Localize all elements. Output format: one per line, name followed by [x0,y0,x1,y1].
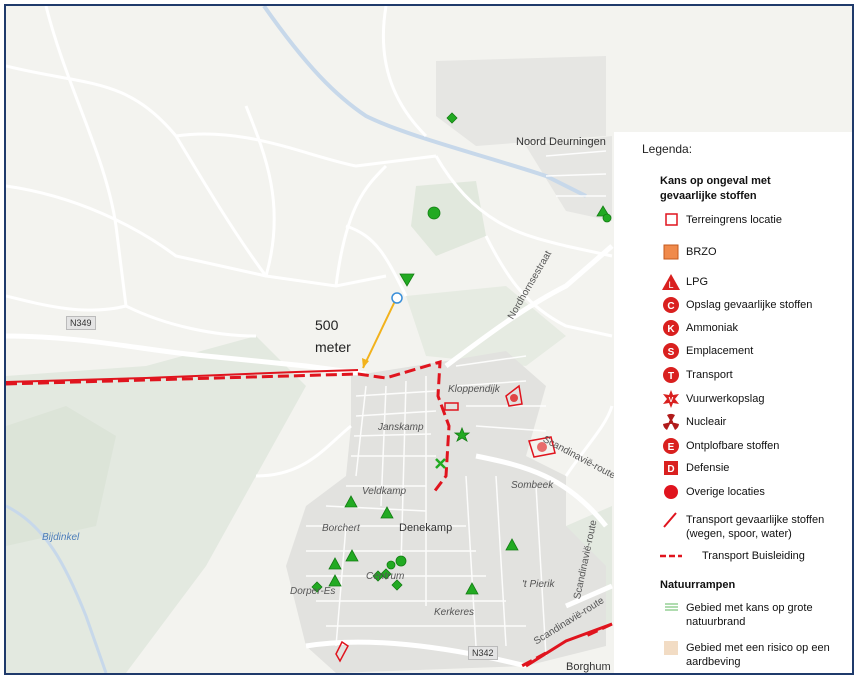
legend-label: Defensie [686,462,730,474]
red-circle-icon [664,485,678,499]
legend-label: Vuurwerkopslag [686,393,765,405]
place-label: Dorper-Es [290,586,336,597]
legend-item: K Ammoniak [660,318,852,338]
place-label: Borchert [322,523,360,534]
place-label: Sombeek [511,480,554,491]
filled-square-icon [663,244,679,260]
green-circle-marker[interactable] [386,560,396,570]
place-label: Kerkeres [434,607,475,618]
built-up-area [436,56,606,146]
nuclear-icon [663,413,679,430]
square-outline-icon [665,213,678,226]
legend-item: Terreingrens locatie [660,210,852,230]
legend-label: Gebied met kans op grote natuurbrand [686,602,813,628]
place-label: Veldkamp [362,486,407,497]
legend-label: Terreingrens locatie [686,214,782,226]
map-frame: Noord Deurningen Kloppendijk Janskamp Ve… [4,4,854,675]
legend-label: Opslag gevaarlijke stoffen [686,299,813,311]
emplacement-s-icon: S [663,343,679,359]
place-label: Centrum [366,571,405,582]
svg-text:K: K [667,324,675,335]
place-label: Kloppendijk [448,384,500,395]
place-label: Noord Deurningen [516,136,606,148]
legend-item: C Opslag gevaarlijke stoffen [660,295,852,315]
legend-item: D Defensie [660,458,852,478]
svg-text:E: E [668,442,675,453]
legend-item: Gebied met een risico op een aardbeving [660,638,852,670]
legend-item: Transport Buisleiding [660,546,852,566]
legend-label: Gebied met een risico op een aardbeving [686,642,830,668]
distance-value: 500 [315,317,339,333]
legend-section-nature: Natuurrampen [660,579,736,591]
dashed-line-icon [660,554,682,558]
legend-item: Transport gevaarlijke stoffen (wegen, sp… [660,510,852,542]
place-label: Denekamp [399,522,453,534]
legend-label: Nucleair [686,416,727,428]
legend-item: BRZO [660,242,852,262]
legend-section-hazardous: Kans op ongeval met gevaarlijke stoffen [660,175,771,202]
legend-label: Ontplofbare stoffen [686,440,780,452]
place-label: Janskamp [378,422,424,433]
road-badge-n342: N342 [468,646,498,660]
place-label: 't Pierik [522,579,555,590]
legend-label: Ammoniak [686,322,738,334]
explosive-e-icon: E [663,438,679,454]
svg-text:V: V [669,397,674,404]
beige-square-icon [664,641,678,655]
defensie-d-icon: D [664,461,678,475]
legend-item: L LPG [660,272,852,292]
vuurwerk-v-icon: V [663,390,679,408]
other-location-dot[interactable] [510,394,518,402]
location-marker[interactable] [391,292,403,304]
svg-text:T: T [668,371,674,382]
legend-item: Nucleair [660,412,852,432]
road-badge-n349: N349 [66,316,96,330]
legend-label: BRZO [686,246,717,258]
legend-label: Transport Buisleiding [702,550,805,562]
ammoniak-k-icon: K [663,320,679,336]
svg-text:L: L [668,280,673,290]
distance-label: 500 meter [315,314,351,358]
green-circle-marker[interactable] [395,555,407,567]
legend-label: Transport [686,369,733,381]
place-label: Borghum [566,661,611,673]
legend-item: Gebied met kans op grote natuurbrand [660,598,852,630]
legend-label: Emplacement [686,345,754,357]
legend-panel: Legenda: Kans op ongeval met gevaarlijke… [614,132,852,673]
svg-text:S: S [668,347,675,358]
legend-label: LPG [686,276,709,288]
green-circle-marker[interactable] [602,213,612,223]
lpg-triangle-icon: L [662,274,680,290]
legend-item: E Ontplofbare stoffen [660,436,852,456]
svg-text:C: C [667,301,674,312]
legend-item: T Transport [660,365,852,385]
legend-item: S Emplacement [660,341,852,361]
legend-label: Transport gevaarlijke stoffen (wegen, sp… [686,514,825,540]
opslag-c-icon: C [663,297,679,313]
legend-item: V Vuurwerkopslag [660,389,852,409]
green-hatch-icon [665,603,678,611]
transport-t-icon: T [663,367,679,383]
red-line-icon [663,512,677,528]
legend-item: Overige locaties [660,482,852,502]
green-circle-marker[interactable] [427,206,441,220]
distance-unit: meter [315,339,351,355]
legend-title: Legenda: [642,142,693,156]
legend-label: Overige locaties [686,486,765,498]
water-label: Bijdinkel [42,532,80,543]
svg-text:D: D [667,464,674,475]
